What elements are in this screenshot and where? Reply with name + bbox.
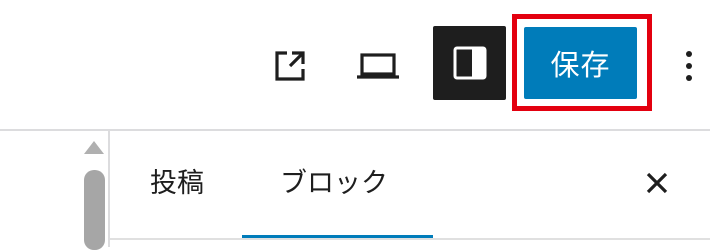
preview-button[interactable] xyxy=(350,40,406,92)
view-post-button[interactable] xyxy=(264,40,316,92)
editor-top-toolbar: 保存 xyxy=(0,0,710,130)
scrollbar-thumb[interactable] xyxy=(84,170,105,250)
sidebar-tabs-divider xyxy=(110,238,710,240)
sidebar-panel-icon xyxy=(453,46,486,80)
settings-sidebar-toggle[interactable] xyxy=(433,26,506,100)
laptop-icon xyxy=(357,53,399,79)
tab-post[interactable]: 投稿 xyxy=(150,161,204,200)
save-button[interactable]: 保存 xyxy=(524,27,637,99)
external-link-icon xyxy=(275,51,305,81)
vertical-ellipsis-icon xyxy=(686,51,692,81)
scroll-up-arrow-icon[interactable] xyxy=(84,141,104,154)
close-icon xyxy=(646,172,668,194)
close-sidebar-button[interactable] xyxy=(637,163,677,203)
options-menu-button[interactable] xyxy=(672,40,706,92)
settings-sidebar: 投稿 ブロック xyxy=(110,131,710,247)
tab-block[interactable]: ブロック xyxy=(280,161,388,200)
